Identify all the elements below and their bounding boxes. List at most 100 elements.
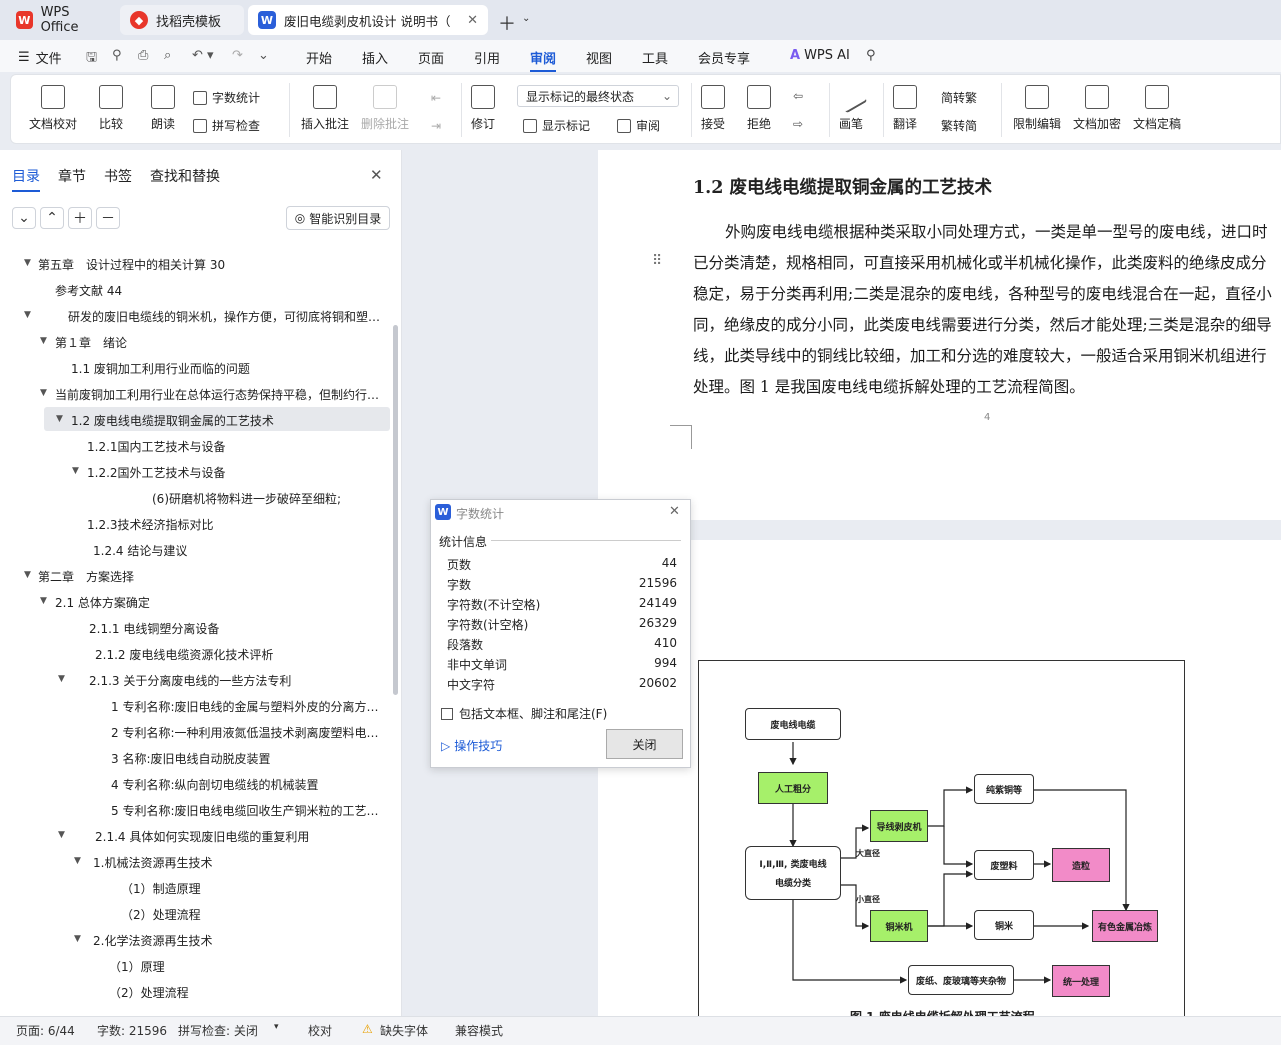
- add-heading-button[interactable]: ＋: [68, 207, 92, 229]
- expand-triangle-icon[interactable]: ▼: [58, 674, 65, 684]
- collapse-all-button[interactable]: ⌄: [12, 207, 36, 229]
- toc-item[interactable]: 研发的废旧电缆线的铜米机，操作方便，可彻底将铜和塑…: [68, 308, 380, 325]
- compare-button[interactable]: 比较: [99, 85, 123, 132]
- tab-toc[interactable]: 目录: [12, 166, 40, 192]
- tab-wps-office[interactable]: W WPS Office: [6, 5, 116, 35]
- tab-bookmark[interactable]: 书签: [104, 166, 132, 186]
- toc-item[interactable]: 1.机械法资源再生技术: [93, 854, 212, 871]
- finalize-button[interactable]: 文档定稿: [1133, 85, 1181, 132]
- prev-change-icon[interactable]: ⇦: [793, 89, 803, 103]
- close-icon[interactable]: ✕: [370, 166, 383, 184]
- encrypt-button[interactable]: 文档加密: [1073, 85, 1121, 132]
- redo-icon[interactable]: ↷: [232, 48, 243, 63]
- include-textbox-checkbox[interactable]: 包括文本框、脚注和尾注(F): [441, 705, 607, 722]
- undo-icon[interactable]: ↶ ▾: [192, 48, 214, 63]
- status-page[interactable]: 页面: 6/44: [16, 1022, 75, 1039]
- next-change-icon[interactable]: ⇨: [793, 117, 803, 131]
- print-icon[interactable]: ⎙: [138, 48, 148, 63]
- next-comment-icon[interactable]: ⇥: [431, 119, 441, 133]
- prev-comment-icon[interactable]: ⇤: [431, 91, 441, 105]
- chevron-down-icon[interactable]: ⌄: [522, 13, 530, 24]
- smart-toc-button[interactable]: ◎ 智能识别目录: [286, 206, 390, 230]
- chevron-down-icon[interactable]: ▾: [274, 1022, 279, 1032]
- search-icon[interactable]: ⚲: [866, 48, 876, 63]
- markup-select[interactable]: 显示标记的最终状态 ⌄: [517, 85, 679, 107]
- toc-item[interactable]: 1.2.2国外工艺技术与设备: [87, 464, 226, 481]
- tab-template[interactable]: ◆ 找稻壳模板: [120, 5, 244, 35]
- toc-item[interactable]: 2.1.2 废电线电缆资源化技术评析: [95, 646, 273, 663]
- toc-item[interactable]: 1.2.4 结论与建议: [93, 542, 187, 559]
- tab-find-replace[interactable]: 查找和替换: [150, 166, 220, 186]
- expand-triangle-icon[interactable]: ▼: [24, 258, 31, 268]
- toc-item[interactable]: 2 专利名称:一种利用液氮低温技术剥离废塑料电…: [111, 724, 379, 741]
- toc-item[interactable]: (6)研磨机将物料进一步破碎至细粒;: [152, 490, 341, 507]
- toc-item[interactable]: 2.1.1 电线铜塑分离设备: [89, 620, 219, 637]
- toc-item[interactable]: （2）处理流程: [109, 984, 189, 1001]
- menu-start[interactable]: 开始: [306, 48, 332, 67]
- expand-triangle-icon[interactable]: ▼: [24, 570, 31, 580]
- wps-ai-button[interactable]: A WPS AI: [790, 48, 850, 63]
- reject-button[interactable]: 拒绝: [747, 85, 771, 132]
- toc-item[interactable]: 第二章 方案选择: [38, 568, 134, 585]
- word-count-button[interactable]: 字数统计: [193, 89, 260, 106]
- close-icon[interactable]: ✕: [669, 504, 680, 519]
- preview-icon[interactable]: ⌕: [164, 48, 171, 63]
- show-markup-button[interactable]: 显示标记: [523, 117, 590, 134]
- toc-item[interactable]: 1.1 废铜加工利用行业而临的问题: [71, 360, 250, 377]
- toc-item[interactable]: 2.1.4 具体如何实现废旧电缆的重复利用: [95, 828, 309, 845]
- menu-reference[interactable]: 引用: [474, 48, 500, 67]
- file-menu[interactable]: ☰ 文件: [18, 48, 62, 67]
- expand-triangle-icon[interactable]: ▼: [58, 830, 65, 840]
- menu-view[interactable]: 视图: [586, 48, 612, 67]
- toc-item[interactable]: 第１章 绪论: [55, 334, 127, 351]
- drag-handle-icon[interactable]: ⠿: [652, 253, 662, 269]
- accept-button[interactable]: 接受: [701, 85, 725, 132]
- toc-item[interactable]: 2.1.3 关于分离废电线的一些方法专利: [89, 672, 291, 689]
- restrict-edit-button[interactable]: 限制编辑: [1013, 85, 1061, 132]
- more-icon[interactable]: ⌄: [258, 48, 269, 63]
- menu-member[interactable]: 会员专享: [698, 48, 750, 67]
- toc-item[interactable]: 第五章 设计过程中的相关计算 30: [38, 256, 225, 273]
- review-pane-button[interactable]: 审阅: [617, 117, 660, 134]
- expand-triangle-icon[interactable]: ▼: [40, 336, 47, 346]
- to-traditional-button[interactable]: 简转繁: [941, 89, 977, 106]
- toc-item[interactable]: 2.1 总体方案确定: [55, 594, 150, 611]
- new-tab-icon[interactable]: ＋: [498, 10, 516, 36]
- status-proof[interactable]: 校对: [308, 1022, 332, 1039]
- expand-triangle-icon[interactable]: ▼: [56, 414, 63, 424]
- status-missing-font[interactable]: 缺失字体: [380, 1022, 428, 1039]
- toc-item[interactable]: 1.2 废电线电缆提取铜金属的工艺技术: [71, 412, 274, 429]
- save-icon[interactable]: 🖫: [86, 48, 97, 70]
- toc-item[interactable]: 1.2.3技术经济指标对比: [87, 516, 214, 533]
- document-page[interactable]: 废电线电缆 人工粗分 Ⅰ,Ⅱ,Ⅲ, 类废电线 电缆分类 大直径 小直径 导线剥皮…: [598, 540, 1281, 1020]
- status-compat-mode[interactable]: 兼容模式: [455, 1022, 503, 1039]
- expand-triangle-icon[interactable]: ▼: [74, 856, 81, 866]
- menu-review[interactable]: 审阅: [530, 48, 557, 72]
- toc-scrollbar[interactable]: [393, 325, 398, 695]
- toc-item[interactable]: （1）制造原理: [121, 880, 201, 897]
- status-spell-check[interactable]: 拼写检查: 关闭: [178, 1022, 258, 1039]
- toc-item[interactable]: 4 专利名称:纵向剖切电缆线的机械装置: [111, 776, 319, 793]
- toc-item[interactable]: 参考文献 44: [55, 282, 122, 299]
- pen-button[interactable]: 画笔: [834, 80, 868, 132]
- menu-tools[interactable]: 工具: [642, 48, 668, 67]
- close-icon[interactable]: ✕: [467, 13, 478, 28]
- insert-comment-button[interactable]: 插入批注: [301, 85, 349, 132]
- expand-triangle-icon[interactable]: ▼: [74, 934, 81, 944]
- status-word-count[interactable]: 字数: 21596: [97, 1022, 167, 1039]
- tab-document[interactable]: W 废旧电缆剥皮机设计 说明书（ ✕: [248, 5, 488, 35]
- expand-triangle-icon[interactable]: ▼: [72, 466, 79, 476]
- to-simplified-button[interactable]: 繁转简: [941, 117, 977, 134]
- toc-item[interactable]: 当前废铜加工利用行业在总体运行态势保持平稳，但制约行…: [55, 386, 379, 403]
- link-icon[interactable]: ⚲: [112, 48, 122, 63]
- toc-item[interactable]: 3 名称:废旧电线自动脱皮装置: [111, 750, 271, 767]
- toc-item[interactable]: 1.2.1国内工艺技术与设备: [87, 438, 226, 455]
- menu-insert[interactable]: 插入: [362, 48, 388, 67]
- expand-triangle-icon[interactable]: ▼: [24, 310, 31, 320]
- translate-button[interactable]: 翻译: [893, 85, 917, 132]
- delete-comment-button[interactable]: 删除批注: [361, 85, 409, 132]
- document-page[interactable]: 1.2 废电线电缆提取铜金属的工艺技术 外购废电线电缆根据种类采取小同处理方式，…: [598, 150, 1281, 520]
- read-aloud-button[interactable]: 朗读: [151, 85, 175, 132]
- menu-page[interactable]: 页面: [418, 48, 444, 67]
- toc-item[interactable]: （1）原理: [109, 958, 165, 975]
